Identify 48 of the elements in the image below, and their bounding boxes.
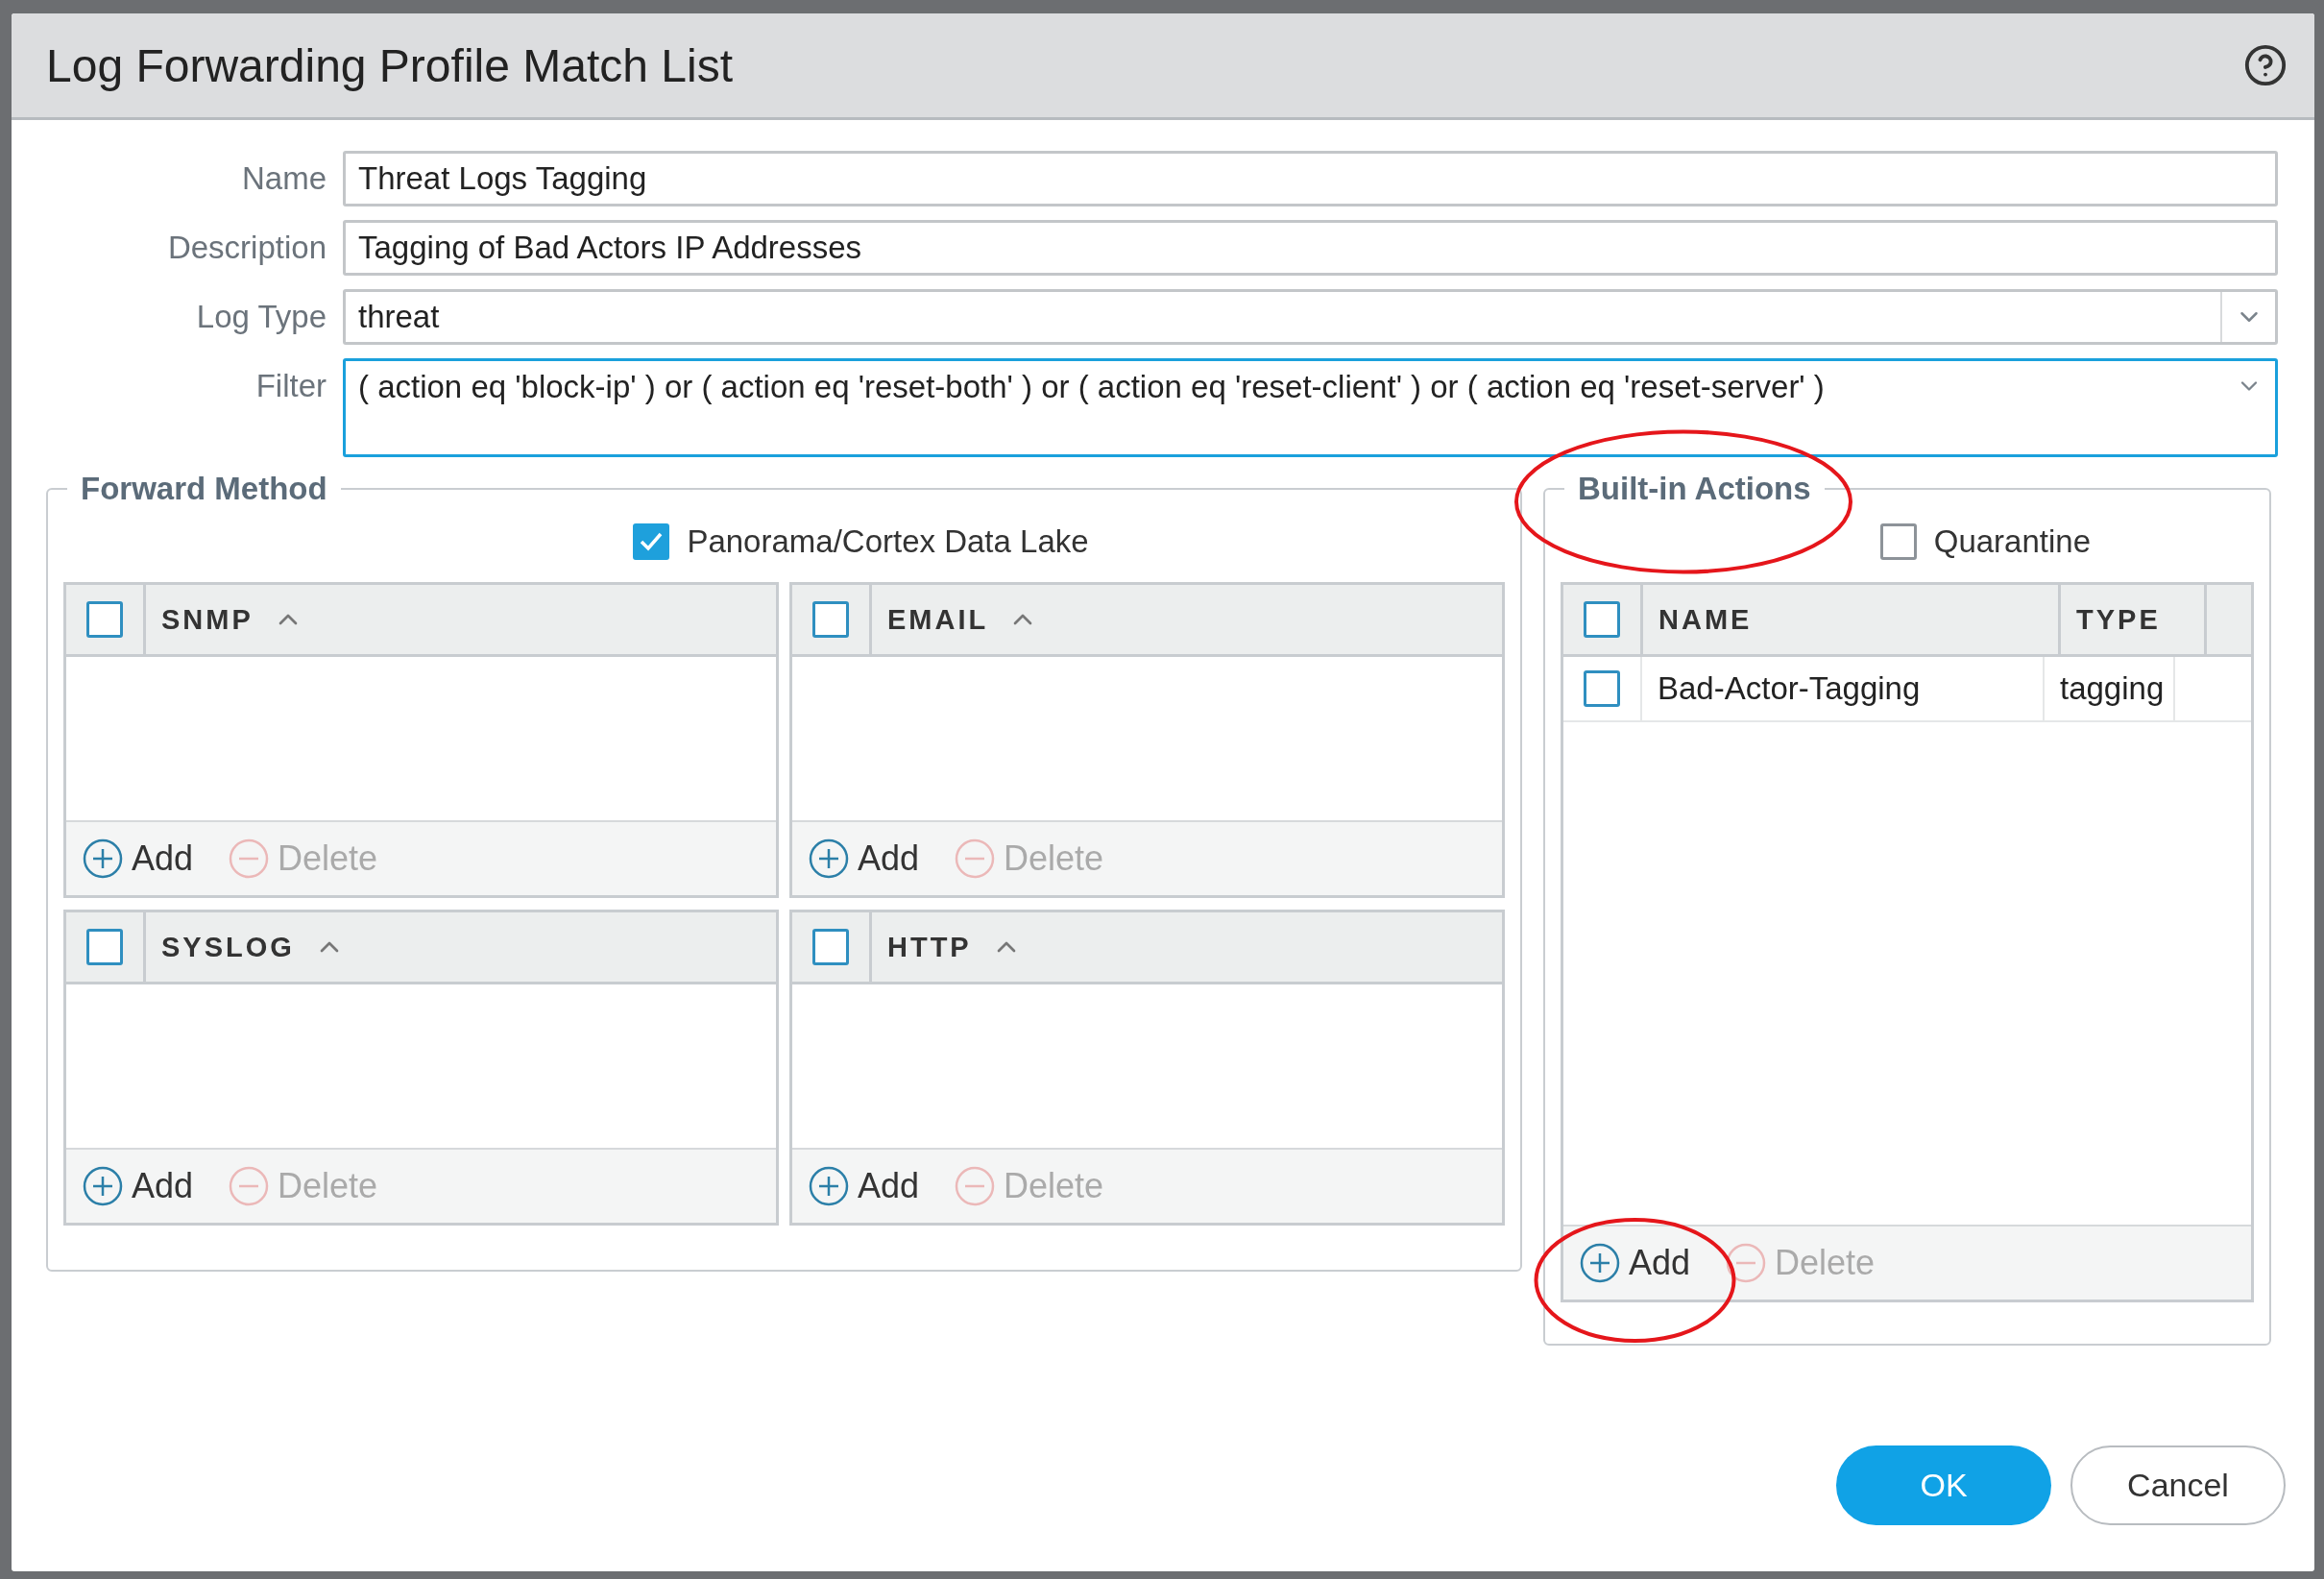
field-label: Description [166, 229, 327, 266]
column-header[interactable]: EMAIL [887, 603, 989, 636]
checkmark-icon [639, 531, 665, 552]
select-field[interactable]: threat [343, 289, 2278, 345]
plus-circle-icon [82, 1165, 124, 1207]
checkbox[interactable] [633, 523, 670, 560]
input-field[interactable]: Tagging of Bad Actors IP Addresses [343, 220, 2278, 276]
help-icon[interactable] [2243, 43, 2288, 87]
add-button[interactable]: Add [82, 1165, 194, 1207]
column-header[interactable]: SYSLOG [161, 931, 295, 963]
minus-circle-icon [1725, 1242, 1768, 1284]
plus-circle-icon [1579, 1242, 1621, 1284]
plus-circle-icon [808, 1165, 850, 1207]
minus-circle-icon [228, 838, 271, 880]
minus-circle-icon [954, 838, 997, 880]
checkbox[interactable] [812, 929, 849, 965]
table-cell: Bad-Actor-Tagging [1642, 657, 2045, 720]
column-header[interactable]: TYPE [2076, 603, 2161, 636]
checkbox-label: Panorama/Cortex Data Lake [687, 523, 1089, 560]
column-header[interactable]: SNMP [161, 603, 254, 636]
table-row[interactable]: Bad-Actor-Tagging tagging [1563, 657, 2251, 722]
plus-circle-icon [82, 838, 124, 880]
field-label: Name [240, 159, 327, 197]
filter-field[interactable]: ( action eq 'block-ip' ) or ( action eq 'reset-both' ) or ( action eq 'reset-client' ) or ( action eq 'reset-server' ) [343, 358, 2278, 457]
field-label: Filter [254, 367, 327, 404]
group-title: Built-in Actions [1577, 471, 1812, 507]
group-title: Forward Method [80, 471, 328, 507]
checkbox[interactable] [1879, 523, 1917, 560]
plus-circle-icon [808, 838, 850, 880]
add-button[interactable]: Add [808, 838, 920, 880]
checkbox-label: Quarantine [1933, 523, 2091, 560]
add-button[interactable]: Add [1579, 1242, 1691, 1284]
column-header[interactable]: NAME [1658, 603, 1753, 636]
dialog-title: Log Forwarding Profile Match List [46, 38, 733, 92]
checkbox[interactable] [1584, 670, 1620, 707]
field-label: Log Type [195, 298, 327, 335]
checkbox[interactable] [86, 601, 123, 638]
add-button[interactable]: Add [808, 1165, 920, 1207]
table-cell: tagging [2045, 657, 2175, 720]
input-field[interactable]: Threat Logs Tagging [343, 151, 2278, 206]
column-header[interactable]: HTTP [887, 931, 972, 963]
checkbox[interactable] [1584, 601, 1620, 638]
cancel-button[interactable]: Cancel [2070, 1445, 2286, 1525]
minus-circle-icon [954, 1165, 997, 1207]
checkbox[interactable] [812, 601, 849, 638]
checkbox[interactable] [86, 929, 123, 965]
add-button[interactable]: Add [82, 838, 194, 880]
minus-circle-icon [228, 1165, 271, 1207]
